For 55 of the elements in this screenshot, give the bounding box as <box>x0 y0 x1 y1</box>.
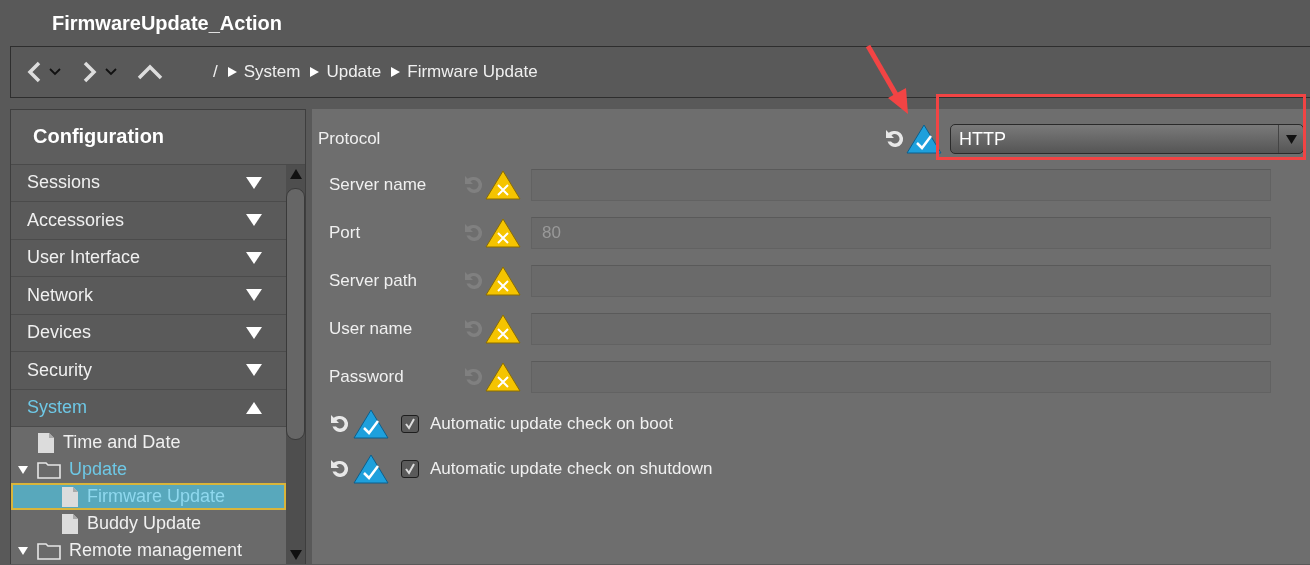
reset-icon[interactable] <box>884 129 906 149</box>
folder-icon <box>37 541 61 560</box>
breadcrumb-root[interactable]: / <box>213 62 218 82</box>
field-label: Port <box>329 223 362 243</box>
expand-arrow-icon[interactable] <box>246 325 262 340</box>
dropdown-caret-icon[interactable] <box>49 68 61 76</box>
expand-arrow-icon[interactable] <box>246 363 262 378</box>
expand-arrow-icon[interactable] <box>246 175 262 190</box>
breadcrumb-item[interactable]: Firmware Update <box>407 62 538 82</box>
field-label: Password <box>329 367 405 387</box>
checkbox-label: Automatic update check on shutdown <box>430 458 713 479</box>
sidebar-section[interactable]: Devices <box>11 314 286 352</box>
expand-arrow-icon[interactable] <box>246 250 262 265</box>
checkbox[interactable] <box>401 459 419 478</box>
document-icon <box>37 431 55 454</box>
dropdown-caret-icon[interactable] <box>105 68 117 76</box>
reset-icon[interactable] <box>329 458 351 479</box>
sidebar-section[interactable]: System <box>11 389 286 427</box>
tree-item[interactable]: Time and Date <box>11 429 286 456</box>
expanded-caret-icon[interactable] <box>18 464 28 475</box>
window-title: FirmwareUpdate_Action <box>51 10 284 36</box>
scroll-up-icon[interactable] <box>289 168 302 179</box>
scrollbar[interactable] <box>286 164 305 564</box>
forward-icon[interactable] <box>81 61 99 83</box>
breadcrumb-arrow-icon <box>227 67 237 77</box>
reset-icon[interactable] <box>329 413 351 434</box>
field-label: User name <box>329 319 414 339</box>
scroll-down-icon[interactable] <box>289 550 302 560</box>
breadcrumb-arrow-icon <box>310 67 320 77</box>
tree-item[interactable]: Buddy Update <box>11 510 286 537</box>
tree-item[interactable]: Remote management <box>11 537 286 564</box>
field-label: Server name <box>329 175 428 195</box>
document-icon <box>61 485 79 508</box>
collapse-arrow-icon[interactable] <box>246 400 262 415</box>
sidebar-section[interactable]: Sessions <box>11 164 286 202</box>
breadcrumb-item[interactable]: System <box>243 62 301 82</box>
field-label: Server path <box>329 271 418 291</box>
checkbox[interactable] <box>401 414 419 433</box>
document-icon <box>61 512 79 535</box>
sidebar-section[interactable]: Network <box>11 277 286 315</box>
expanded-caret-icon[interactable] <box>18 545 28 556</box>
checkbox-label: Automatic update check on boot <box>430 413 673 434</box>
protocol-dropdown[interactable]: HTTP <box>950 124 1304 154</box>
sidebar-section[interactable]: Accessories <box>11 202 286 240</box>
sidebar-section[interactable]: Security <box>11 352 286 390</box>
folder-icon <box>37 460 61 479</box>
breadcrumb-item[interactable]: Update <box>326 62 382 82</box>
sidebar-title: Configuration <box>11 110 305 165</box>
dropdown-caret-icon <box>1285 134 1297 144</box>
expand-arrow-icon[interactable] <box>246 213 262 228</box>
back-icon[interactable] <box>25 61 43 83</box>
sidebar-section[interactable]: User Interface <box>11 239 286 277</box>
field-label: Protocol <box>318 129 382 149</box>
expand-arrow-icon[interactable] <box>246 288 262 303</box>
breadcrumb-arrow-icon <box>391 67 401 77</box>
